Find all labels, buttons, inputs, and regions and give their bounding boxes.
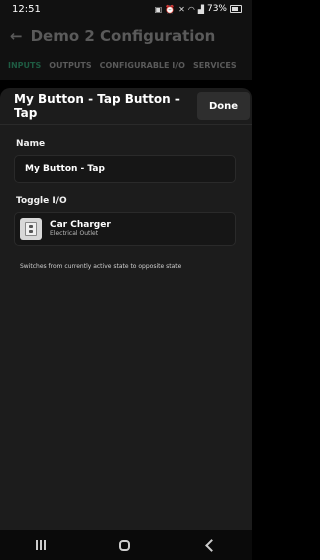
io-selector[interactable]: Car Charger Electrical Outlet bbox=[14, 212, 236, 246]
status-bar: 12:51 ▣ ⏰ ✕ ◠ ▟ 73% bbox=[0, 0, 252, 18]
notification-icon: ▣ bbox=[154, 4, 163, 14]
mute-icon: ✕ bbox=[178, 4, 185, 14]
io-type: Electrical Outlet bbox=[50, 229, 99, 237]
alarm-icon: ⏰ bbox=[165, 4, 176, 14]
tab-configurable-io: CONFIGURABLE I/O bbox=[99, 60, 185, 70]
status-time: 12:51 bbox=[12, 3, 41, 15]
name-label: Name bbox=[16, 139, 46, 149]
status-icons: ▣ ⏰ ✕ ◠ ▟ 73% bbox=[155, 4, 242, 14]
bottom-sheet: My Button - Tap Button - Tap Done Name M… bbox=[0, 88, 252, 530]
toggle-hint: Switches from currently active state to … bbox=[20, 263, 182, 270]
tab-inputs: INPUTS bbox=[8, 60, 42, 70]
background-screen: ← Demo 2 Configuration INPUTS OUTPUTS CO… bbox=[0, 18, 252, 80]
back-icon[interactable] bbox=[204, 538, 218, 552]
done-button[interactable]: Done bbox=[197, 92, 250, 120]
name-field[interactable]: My Button - Tap bbox=[14, 155, 236, 183]
battery-percent: 73% bbox=[206, 4, 227, 14]
signal-icon: ▟ bbox=[197, 4, 204, 14]
sheet-header: My Button - Tap Button - Tap Done bbox=[0, 88, 252, 125]
outlet-icon bbox=[20, 218, 42, 240]
recent-apps-icon[interactable] bbox=[36, 540, 47, 550]
tab-outputs: OUTPUTS bbox=[49, 60, 92, 70]
background-tabs: INPUTS OUTPUTS CONFIGURABLE I/O SERVICES bbox=[0, 54, 252, 76]
wifi-icon: ◠ bbox=[187, 4, 195, 14]
toggle-io-label: Toggle I/O bbox=[16, 196, 67, 206]
name-value: My Button - Tap bbox=[25, 164, 105, 174]
tab-services: SERVICES bbox=[192, 60, 237, 70]
background-title: Demo 2 Configuration bbox=[30, 27, 216, 45]
battery-icon bbox=[230, 5, 242, 13]
back-arrow-icon: ← bbox=[10, 27, 23, 45]
sheet-title: My Button - Tap Button - Tap bbox=[14, 92, 180, 120]
system-nav-bar bbox=[0, 530, 252, 560]
home-icon[interactable] bbox=[118, 539, 130, 551]
